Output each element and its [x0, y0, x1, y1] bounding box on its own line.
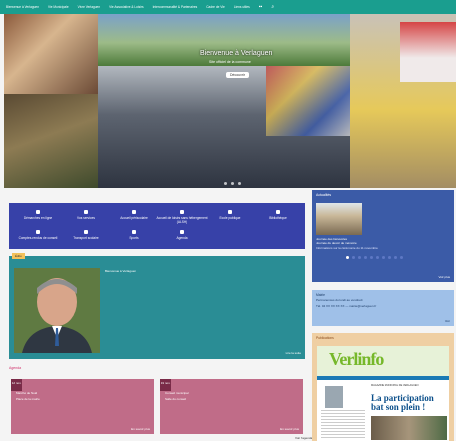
- event-title: Marché de Noël: [16, 391, 38, 395]
- calendar-icon: [180, 230, 184, 234]
- carousel-dots[interactable]: [224, 182, 241, 185]
- news-snippet: Informations sur la cérémonie du 11 nove…: [316, 246, 378, 250]
- contact-panel: Mairie Permanences du lundi au vendredi …: [312, 290, 454, 326]
- event-title: Conseil municipal: [165, 391, 189, 395]
- book-icon: [276, 210, 280, 214]
- event-more-link[interactable]: En savoir plus: [280, 427, 299, 431]
- hero-carousel[interactable]: Bienvenue à Verlaguen Site officiel de l…: [4, 14, 456, 188]
- hero-photo-flags: [266, 66, 350, 136]
- mayor-photo: [14, 268, 100, 353]
- mayor-panel: Édito Bienvenue à Verlaguen Lire la suit…: [9, 253, 305, 359]
- magazine-kicker: MAGAZINE MUNICIPAL DE VERLAGUEN: [371, 384, 419, 387]
- mayor-tag: Édito: [12, 253, 25, 259]
- magazine-thumbnail: [325, 386, 343, 408]
- magazine-logo: Verlinfo: [329, 349, 384, 369]
- quicklink-agenda[interactable]: Agenda: [154, 230, 210, 240]
- event-date: 19 nov.: [160, 379, 171, 391]
- quicklink-library[interactable]: Bibliothèque: [250, 210, 306, 220]
- bus-icon: [84, 230, 88, 234]
- ball-icon: [132, 230, 136, 234]
- contact-more-link[interactable]: Voir: [445, 319, 450, 323]
- agenda-title: Agenda: [9, 366, 22, 370]
- magazine-photo: [371, 416, 447, 440]
- magazine-banner: [317, 376, 449, 380]
- contact-hours: Permanences du lundi au vendredi: [316, 298, 363, 302]
- nav-item-municipal[interactable]: Vie Municipale: [48, 5, 69, 9]
- nav-item-living[interactable]: Vivre Verlaguen: [78, 5, 100, 9]
- event-more-link[interactable]: En savoir plus: [131, 427, 150, 431]
- services-icon: [84, 210, 88, 214]
- mayor-more-link[interactable]: Lire la suite: [286, 351, 301, 355]
- hero-photo-workshop: [4, 14, 98, 94]
- child-icon: [132, 210, 136, 214]
- magazine-column: [321, 410, 365, 438]
- sun-icon: [180, 210, 184, 214]
- news-pagination[interactable]: [346, 256, 403, 259]
- event-date: 12 nov.: [11, 379, 22, 391]
- school-icon: [228, 210, 232, 214]
- hero-photo-tent: [400, 22, 456, 82]
- magazine-headline: La participation bat son plein !: [371, 393, 434, 412]
- nav-item-living-env[interactable]: Cadre de Vie: [206, 5, 225, 9]
- language-flag-icon[interactable]: ▪▪: [259, 4, 263, 10]
- nav-item-partners[interactable]: Intercommunalité & Partenaires: [153, 5, 198, 9]
- hero-photo-park: [98, 14, 370, 66]
- news-headline[interactable]: Journée du devoir de mémoire: [316, 241, 357, 245]
- nav-item-links[interactable]: Liens utiles: [234, 5, 250, 9]
- contact-details: Tél. 04 XX XX XX XX — mairie@verlaguen.f…: [316, 304, 377, 308]
- event-location: Salle du conseil: [165, 397, 187, 401]
- publications-title: Publications: [316, 336, 334, 340]
- hero-button[interactable]: Découvrir: [226, 72, 249, 78]
- hero-title: Bienvenue à Verlaguen: [200, 50, 273, 57]
- agenda-event-1[interactable]: 12 nov. Marché de Noël Place de la mairi…: [11, 379, 154, 434]
- nav-item-associations[interactable]: Vie Associative & Loisirs: [109, 5, 144, 9]
- search-icon[interactable]: ⌕: [271, 4, 274, 10]
- mayor-heading: Bienvenue à Verlaguen: [105, 269, 137, 273]
- nav-item-welcome[interactable]: Bienvenue à Verlaguen: [6, 5, 39, 9]
- contact-title: Mairie: [316, 293, 325, 297]
- news-more-link[interactable]: Voir plus: [438, 275, 450, 279]
- news-title: Actualités: [316, 193, 332, 197]
- agenda-all-link[interactable]: Voir l'agenda: [295, 436, 312, 440]
- magazine-cover[interactable]: Verlinfo MAGAZINE MUNICIPAL DE VERLAGUEN…: [317, 346, 449, 441]
- news-photo[interactable]: [316, 203, 362, 235]
- news-panel: Actualités Journée des bénévoles Journée…: [312, 190, 454, 282]
- publications-panel: Publications Verlinfo MAGAZINE MUNICIPAL…: [312, 333, 454, 441]
- file-icon: [36, 230, 40, 234]
- agenda-event-2[interactable]: 19 nov. Conseil municipal Salle du conse…: [160, 379, 303, 434]
- hero-subtitle: Site officiel de la commune: [209, 60, 251, 64]
- event-location: Place de la mairie: [16, 397, 40, 401]
- mayor-portrait: [14, 268, 100, 353]
- document-icon: [36, 210, 40, 214]
- hero-photo-market-stall: [4, 94, 98, 188]
- top-navigation: Bienvenue à Verlaguen Vie Municipale Viv…: [0, 0, 456, 14]
